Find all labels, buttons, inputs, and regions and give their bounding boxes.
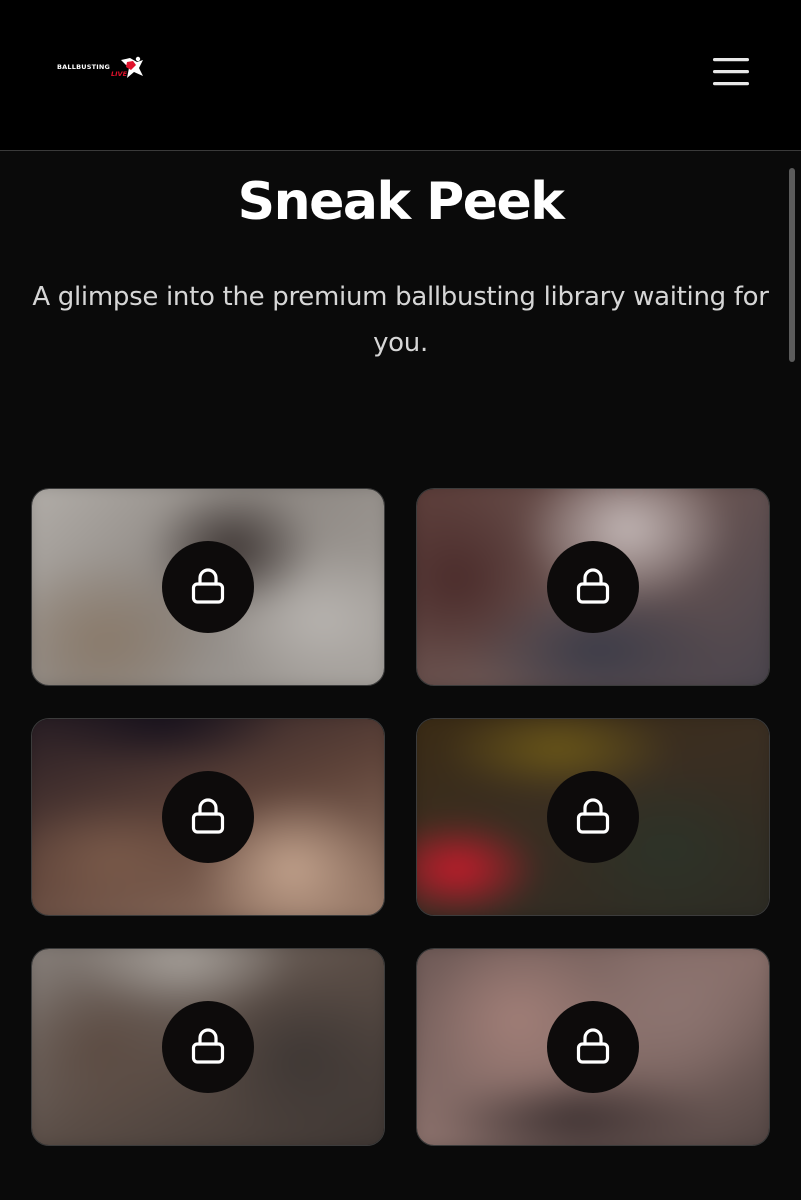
lock-icon	[191, 798, 225, 834]
site-header: BALLBUSTING LIVE	[0, 0, 801, 151]
lock-badge	[162, 771, 254, 863]
page-title: Sneak Peek	[237, 172, 565, 232]
page-subtitle: A glimpse into the premium ballbusting l…	[32, 282, 769, 358]
menu-button[interactable]	[706, 52, 756, 92]
lock-badge	[162, 1001, 254, 1093]
logo-figure-icon	[121, 56, 143, 78]
lock-badge	[547, 771, 639, 863]
locked-preview-card[interactable]	[31, 718, 385, 916]
lock-icon	[576, 798, 610, 834]
lock-icon	[576, 1028, 610, 1064]
lock-icon	[191, 568, 225, 604]
locked-preview-card[interactable]	[416, 488, 770, 686]
site-logo[interactable]: BALLBUSTING LIVE	[55, 56, 147, 82]
lock-icon	[191, 1028, 225, 1064]
logo-wordmark: BALLBUSTING	[57, 63, 111, 71]
locked-preview-card[interactable]	[31, 488, 385, 686]
locked-preview-card[interactable]	[416, 948, 770, 1146]
lock-badge	[547, 541, 639, 633]
locked-preview-card[interactable]	[31, 948, 385, 1146]
lock-icon	[576, 568, 610, 604]
lock-badge	[547, 1001, 639, 1093]
locked-preview-card[interactable]	[416, 718, 770, 916]
hamburger-menu-icon	[713, 58, 749, 86]
lock-badge	[162, 541, 254, 633]
